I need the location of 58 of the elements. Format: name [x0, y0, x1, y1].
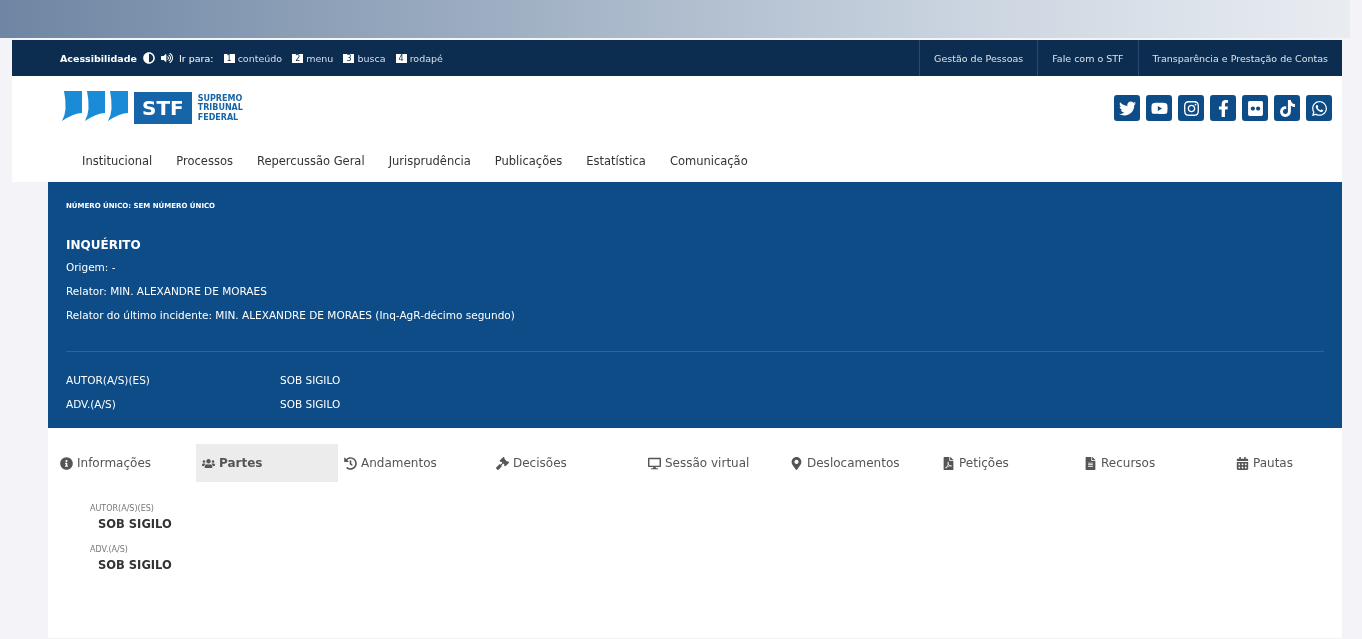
history-icon [344, 456, 357, 470]
party-name: SOB SIGILO [280, 397, 342, 412]
document-icon [1084, 456, 1097, 470]
tab[interactable]: Partes [196, 444, 338, 482]
contrast-icon[interactable] [143, 52, 156, 64]
play-icon[interactable] [1146, 95, 1172, 121]
document-icon [942, 456, 955, 470]
nav-item[interactable]: Estatística [574, 154, 658, 168]
party-name: SOB SIGILO [98, 558, 173, 572]
calendar-icon [1236, 456, 1249, 470]
process-class: INQUÉRITO [66, 238, 142, 252]
monitor-icon [648, 456, 661, 470]
dots-icon[interactable] [1242, 95, 1268, 121]
tab[interactable]: Petições [936, 444, 1078, 482]
bird-icon[interactable] [1114, 95, 1140, 121]
process-detail: Relator do último incidente: MIN. ALEXANDRE DE MORAES (Inq-AgR-décimo segundo) [66, 308, 516, 323]
logo-name: SUPREMO TRIBUNAL FEDERAL [197, 93, 243, 123]
shortcut-link[interactable]: rodapé [409, 52, 443, 64]
tab[interactable]: Decisões [490, 444, 642, 482]
nav-item[interactable]: Processos [164, 154, 245, 168]
speaker-icon[interactable] [161, 52, 174, 64]
tab[interactable]: Sessão virtual [642, 444, 784, 482]
music-note-icon[interactable] [1274, 95, 1300, 121]
info-icon [60, 456, 73, 470]
nav-item[interactable]: Comunicação [657, 154, 760, 168]
shortcut-key[interactable]: 1 [223, 53, 235, 63]
process-detail: Origem: - [66, 260, 117, 275]
map-pin-icon [790, 456, 803, 470]
camera-icon[interactable] [1178, 95, 1204, 121]
party-name: SOB SIGILO [280, 373, 342, 388]
party-name: SOB SIGILO [98, 517, 173, 531]
tab[interactable]: Recursos [1078, 444, 1230, 482]
shortcut-link[interactable]: conteúdo [237, 52, 283, 64]
goto-label: Ir para: [179, 52, 214, 64]
tab[interactable]: Pautas [1230, 444, 1322, 482]
letter-f-icon[interactable] [1210, 95, 1236, 121]
party-role: ADV.(A/S) [90, 545, 129, 554]
shortcut-link[interactable]: busca [357, 52, 386, 64]
process-detail: Relator: MIN. ALEXANDRE DE MORAES [66, 284, 268, 299]
accessibility-label: Acessibilidade [60, 52, 138, 64]
shortcut-key[interactable]: 3 [343, 53, 355, 63]
phone-bubble-icon[interactable] [1306, 95, 1332, 121]
party-role: ADV.(A/S) [66, 397, 117, 412]
people-icon [202, 456, 215, 470]
nav-item[interactable]: Publicações [482, 154, 575, 168]
shortcut-key[interactable]: 2 [292, 53, 304, 63]
nav-item[interactable]: Jurisprudência [376, 154, 483, 168]
gavel-icon [496, 456, 509, 470]
party-role: AUTOR(A/S)(ES) [90, 504, 155, 513]
nav-item[interactable]: Repercussão Geral [244, 154, 377, 168]
nav-item[interactable]: Institucional [70, 154, 165, 168]
logo-stf[interactable]: STF [134, 92, 192, 124]
tab[interactable]: Deslocamentos [784, 444, 936, 482]
shortcut-key[interactable]: 4 [395, 53, 407, 63]
party-role: AUTOR(A/S)(ES) [66, 373, 151, 388]
tab[interactable]: Andamentos [338, 444, 490, 482]
shortcut-link[interactable]: menu [306, 52, 334, 64]
tab[interactable]: Informações [54, 444, 196, 482]
